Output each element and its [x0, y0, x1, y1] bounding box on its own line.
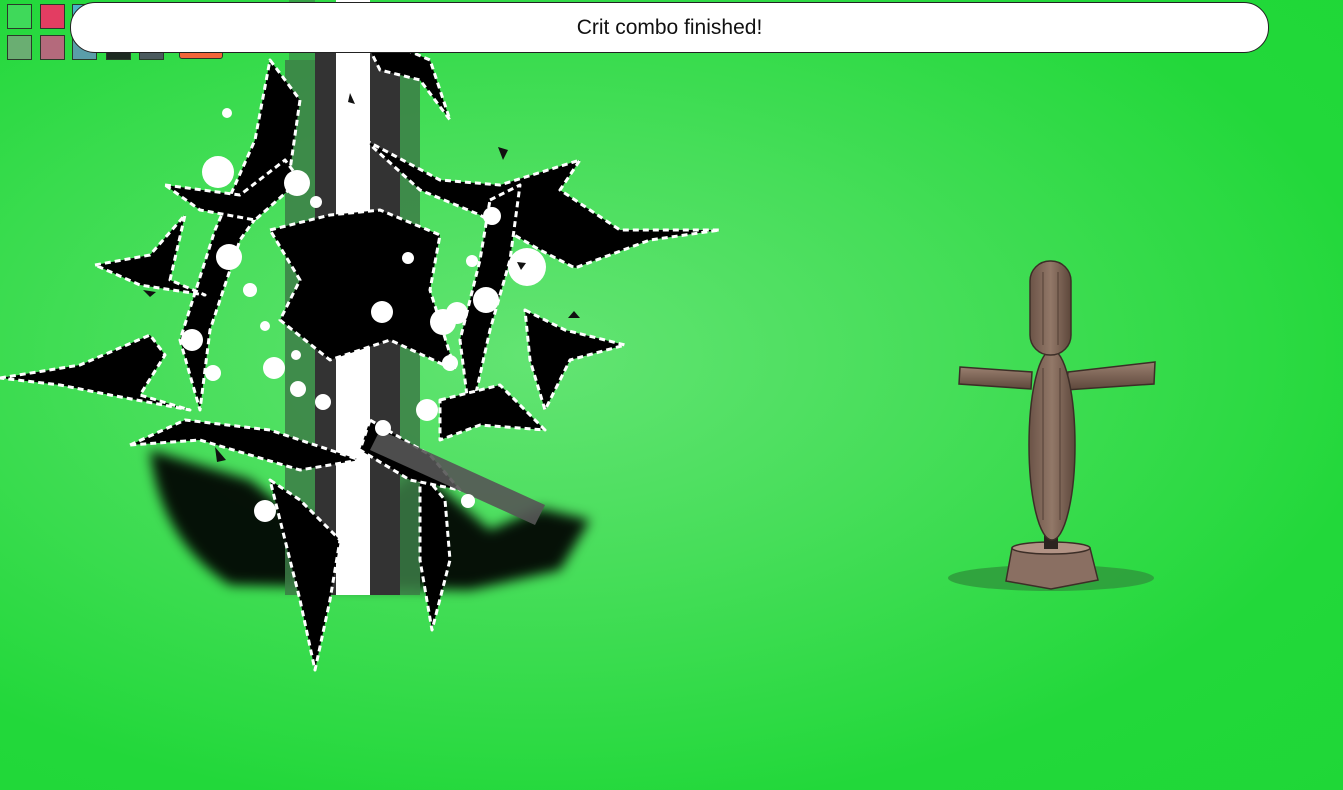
- notification-text: Crit combo finished!: [576, 15, 763, 39]
- training-dummy[interactable]: [948, 260, 1156, 591]
- game-scene: [0, 0, 1156, 672]
- combo-notification: Crit combo finished!: [70, 2, 1269, 53]
